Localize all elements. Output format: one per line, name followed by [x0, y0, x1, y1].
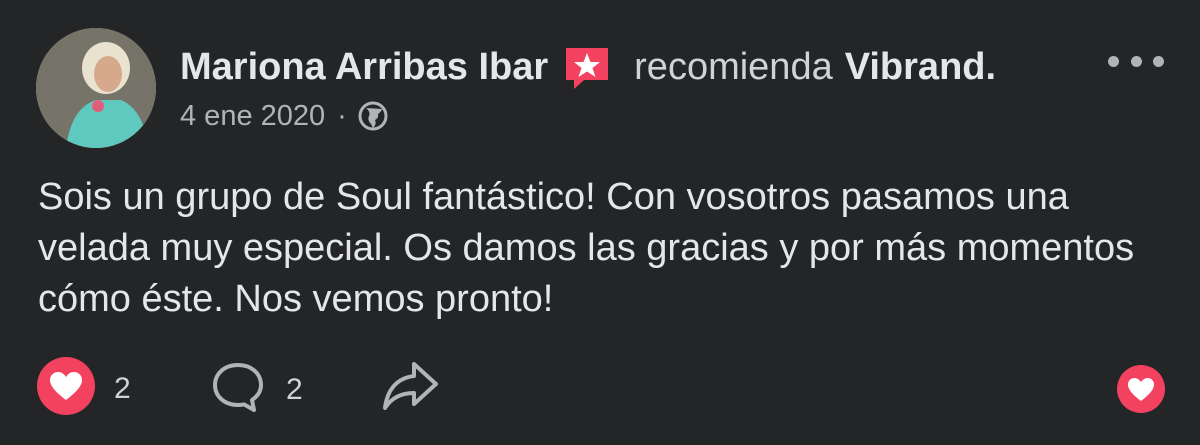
post-meta: 4 ene 2020 · [180, 96, 389, 136]
recommend-badge-icon [562, 42, 612, 92]
more-options-icon[interactable] [1108, 46, 1164, 76]
share-button[interactable] [380, 358, 440, 419]
post-text: Sois un grupo de Soul fantástico! Con vo… [38, 176, 1135, 320]
recommendation-label: recomienda [634, 46, 833, 88]
like-count: 2 [114, 371, 131, 405]
meta-separator: · [337, 99, 347, 132]
globe-icon [357, 100, 389, 132]
comment-count: 2 [286, 372, 303, 406]
love-react-button-icon [1116, 364, 1166, 419]
comment-button[interactable]: 2 [210, 360, 303, 419]
author-name[interactable]: Mariona Arribas Ibar [180, 42, 548, 92]
avatar[interactable] [36, 28, 156, 148]
love-reaction-icon [36, 356, 96, 421]
like-reaction-summary[interactable]: 2 [36, 356, 131, 421]
react-button[interactable] [1116, 364, 1166, 419]
post-date[interactable]: 4 ene 2020 [180, 100, 325, 133]
page-name-link[interactable]: Vibrand. [845, 42, 996, 92]
post-header: Mariona Arribas Ibar recomienda Vibrand. [180, 42, 996, 92]
share-icon [380, 358, 440, 419]
comment-icon [210, 360, 266, 419]
